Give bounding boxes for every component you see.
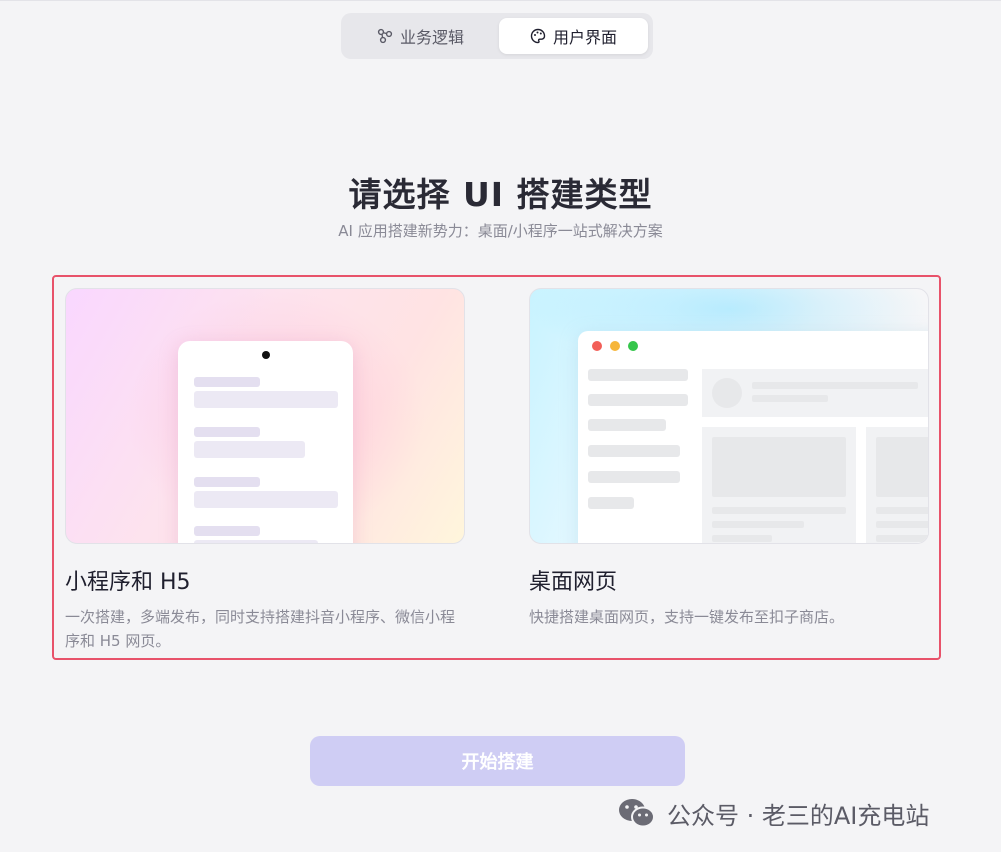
tab-label: 业务逻辑 — [399, 28, 464, 47]
palette-icon — [530, 28, 546, 44]
view-switcher: 业务逻辑 用户界面 — [341, 13, 653, 59]
tab-label: 用户界面 — [552, 28, 617, 47]
watermark: 公众号 · 老三的AI充电站 — [617, 796, 929, 830]
option-description: 一次搭建，多端发布，同时支持搭建抖音小程序、微信小程序和 H5 网页。 — [65, 608, 456, 650]
phone-mockup — [178, 341, 353, 543]
miniprogram-preview-illustration — [65, 288, 465, 544]
option-title: 桌面网页 — [529, 570, 618, 595]
top-divider — [0, 0, 1001, 1]
page-subtitle: AI 应用搭建新势力：桌面/小程序一站式解决方案 — [338, 222, 663, 240]
browser-window-mockup — [578, 331, 928, 543]
nodes-icon — [377, 28, 393, 44]
desktop-preview-illustration — [529, 288, 929, 544]
tab-business-logic[interactable]: 业务逻辑 — [346, 18, 495, 54]
option-title: 小程序和 H5 — [65, 570, 191, 595]
tab-user-interface[interactable]: 用户界面 — [499, 18, 648, 54]
page-title: 请选择 UI 搭建类型 — [348, 175, 653, 214]
option-description: 快捷搭建桌面网页，支持一键发布至扣子商店。 — [529, 608, 845, 626]
start-build-button[interactable]: 开始搭建 — [310, 736, 685, 786]
option-card-miniprogram-h5[interactable]: 小程序和 H5 一次搭建，多端发布，同时支持搭建抖音小程序、微信小程序和 H5 … — [65, 288, 465, 653]
watermark-text: 公众号 · 老三的AI充电站 — [667, 801, 930, 830]
option-card-desktop-web[interactable]: 桌面网页 快捷搭建桌面网页，支持一键发布至扣子商店。 — [529, 288, 929, 629]
wechat-icon — [619, 799, 655, 828]
